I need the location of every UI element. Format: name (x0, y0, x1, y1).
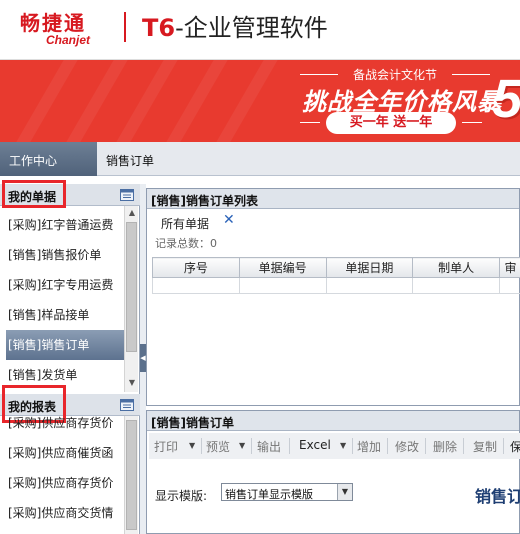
product-prefix: T6 (142, 14, 176, 42)
tab-bar: 工作中心 销售订单 (0, 142, 520, 176)
delete-button[interactable]: 删除 (433, 438, 457, 455)
order-toolbar: 打印 ▼ 预览 ▼ 输出 Excel ▼ 增加 修改 删除 复制 保 (149, 433, 520, 459)
product-title: T6-企业管理软件 (142, 8, 328, 43)
order-list-title: [销售]销售订单列表 (147, 189, 519, 209)
scroll-thumb[interactable] (126, 222, 137, 352)
edit-button[interactable]: 修改 (395, 438, 419, 455)
my-docs-scrollbar[interactable]: ▲ ▼ (124, 206, 138, 392)
add-button[interactable]: 增加 (357, 438, 381, 455)
app-header: 畅捷通 Chanjet T6-企业管理软件 (0, 0, 520, 60)
list-item-selected[interactable]: [销售]销售订单 (6, 330, 124, 360)
scroll-up-icon[interactable]: ▲ (127, 208, 137, 218)
order-list-table: 序号 单据编号 单据日期 制单人 审 (152, 257, 520, 294)
list-item[interactable]: [销售]样品接单 (8, 300, 124, 330)
print-button[interactable]: 打印 (154, 438, 178, 455)
excel-button[interactable]: Excel (299, 438, 331, 452)
list-item[interactable]: [采购]供应商交货情 (8, 498, 124, 528)
my-reports-list: [采购]供应商存货价 [采购]供应商催货函 [采购]供应商存货价 [采购]供应商… (0, 416, 124, 534)
table-row[interactable] (152, 277, 520, 294)
filter-tag[interactable]: 所有单据 (161, 215, 209, 232)
list-item[interactable]: [采购]红字专用运费 (8, 270, 124, 300)
save-button[interactable]: 保 (510, 438, 520, 455)
scroll-down-icon[interactable]: ▼ (127, 378, 137, 388)
tab-work-center[interactable]: 工作中心 (0, 142, 97, 176)
tab-sales-order[interactable]: 销售订单 (106, 152, 154, 169)
close-icon[interactable]: ✕ (223, 212, 235, 228)
sales-order-title: [销售]销售订单 (147, 411, 519, 431)
brand-name-cn: 畅捷通 (20, 11, 86, 35)
chevron-down-icon[interactable]: ▼ (337, 484, 352, 500)
export-button[interactable]: 输出 (257, 438, 281, 455)
panel-settings-icon[interactable] (120, 188, 134, 202)
list-item[interactable]: [采购]红字普通运费 (8, 210, 124, 240)
sales-order-panel: [销售]销售订单 打印 ▼ 预览 ▼ 输出 Excel ▼ 增加 修改 删除 复… (146, 410, 520, 534)
product-suffix: -企业管理软件 (175, 14, 328, 42)
brand-logo: 畅捷通 Chanjet (20, 7, 120, 51)
list-item[interactable]: [采购]供应商催货函 (8, 438, 124, 468)
brand-name-en: Chanjet (46, 33, 91, 47)
left-sidebar: 我的单据 [采购]红字普通运费 [销售]销售报价单 [采购]红字专用运费 [销售… (0, 180, 140, 534)
col-header[interactable]: 单据日期 (325, 257, 414, 278)
my-docs-list: [采购]红字普通运费 [销售]销售报价单 [采购]红字专用运费 [销售]样品接单… (0, 206, 124, 392)
order-list-panel: [销售]销售订单列表 所有单据 ✕ 记录总数：0 序号 单据编号 单据日期 制单… (146, 188, 520, 406)
template-select-value: 销售订单显示模版 (225, 488, 313, 501)
table-header-row: 序号 单据编号 单据日期 制单人 审 (152, 257, 520, 278)
col-header[interactable]: 制单人 (412, 257, 500, 278)
template-label: 显示模版: (155, 489, 208, 503)
record-count: 记录总数：0 (155, 237, 217, 250)
chevron-down-icon[interactable]: ▼ (189, 441, 195, 450)
brand-divider (124, 12, 126, 42)
list-item[interactable]: [采购]供应商存货价 (8, 468, 124, 498)
banner-digit: 5 (492, 69, 520, 129)
list-item[interactable]: [销售]销售报价单 (8, 240, 124, 270)
panel-settings-icon[interactable] (120, 398, 134, 412)
scroll-thumb[interactable] (126, 420, 137, 530)
chevron-down-icon[interactable]: ▼ (239, 441, 245, 450)
list-item[interactable]: [采购]供应商存货价 (8, 416, 124, 438)
highlight-box-my-docs (2, 180, 66, 208)
my-reports-scrollbar[interactable] (124, 416, 138, 534)
document-title: 销售订 (475, 487, 520, 506)
col-header[interactable]: 序号 (152, 257, 240, 278)
col-header[interactable]: 单据编号 (238, 257, 327, 278)
col-header[interactable]: 审 (499, 257, 520, 278)
copy-button[interactable]: 复制 (473, 438, 497, 455)
banner-sub-line: 买一年 送一年 (300, 112, 482, 134)
promo-banner[interactable]: 备战会计文化节 挑战全年价格风暴 买一年 送一年 5 (0, 60, 520, 142)
template-select[interactable]: 销售订单显示模版 ▼ (221, 483, 353, 501)
preview-button[interactable]: 预览 (206, 438, 230, 455)
banner-top-line: 备战会计文化节 (300, 66, 490, 83)
chevron-down-icon[interactable]: ▼ (340, 441, 346, 450)
